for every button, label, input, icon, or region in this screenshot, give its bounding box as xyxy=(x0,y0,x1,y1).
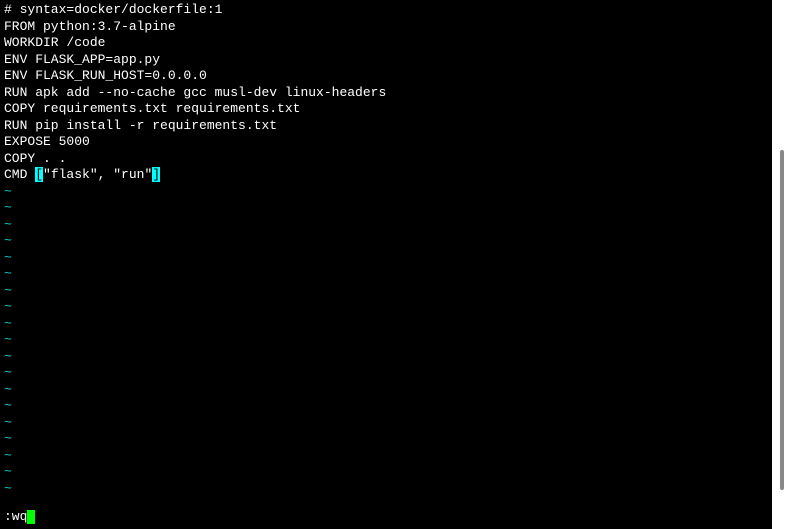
code-line: WORKDIR /code xyxy=(4,35,768,52)
code-line: # syntax=docker/dockerfile:1 xyxy=(4,2,768,19)
empty-line-tilde: ~ xyxy=(4,250,768,267)
empty-line-tilde: ~ xyxy=(4,283,768,300)
cmd-args: "flask", "run" xyxy=(43,167,152,182)
empty-line-tilde: ~ xyxy=(4,233,768,250)
empty-line-tilde: ~ xyxy=(4,481,768,498)
bracket-open: [ xyxy=(35,167,43,182)
empty-line-tilde: ~ xyxy=(4,184,768,201)
scrollbar-track[interactable] xyxy=(772,0,785,529)
empty-line-tilde: ~ xyxy=(4,398,768,415)
empty-line-tilde: ~ xyxy=(4,299,768,316)
empty-line-tilde: ~ xyxy=(4,448,768,465)
empty-line-tilde: ~ xyxy=(4,382,768,399)
empty-line-tilde: ~ xyxy=(4,349,768,366)
code-line: ENV FLASK_APP=app.py xyxy=(4,52,768,69)
empty-line-tilde: ~ xyxy=(4,431,768,448)
empty-line-tilde: ~ xyxy=(4,217,768,234)
code-line: EXPOSE 5000 xyxy=(4,134,768,151)
vim-command-line[interactable]: :wq xyxy=(4,509,35,526)
empty-line-tilde: ~ xyxy=(4,200,768,217)
code-line: COPY . . xyxy=(4,151,768,168)
vim-terminal[interactable]: # syntax=docker/dockerfile:1 FROM python… xyxy=(0,0,772,529)
code-line: FROM python:3.7-alpine xyxy=(4,19,768,36)
empty-line-tilde: ~ xyxy=(4,365,768,382)
empty-line-tilde: ~ xyxy=(4,266,768,283)
empty-line-tilde: ~ xyxy=(4,464,768,481)
cmd-prefix: CMD xyxy=(4,167,35,182)
code-line: RUN apk add --no-cache gcc musl-dev linu… xyxy=(4,85,768,102)
code-line: ENV FLASK_RUN_HOST=0.0.0.0 xyxy=(4,68,768,85)
empty-line-tilde: ~ xyxy=(4,415,768,432)
code-line: RUN pip install -r requirements.txt xyxy=(4,118,768,135)
code-line: COPY requirements.txt requirements.txt xyxy=(4,101,768,118)
scrollbar-thumb[interactable] xyxy=(780,150,784,490)
cursor xyxy=(27,510,35,524)
empty-line-tilde: ~ xyxy=(4,316,768,333)
command-text: :wq xyxy=(4,509,27,524)
bracket-close: ] xyxy=(152,167,160,182)
cmd-line: CMD ["flask", "run"] xyxy=(4,167,768,184)
empty-line-tilde: ~ xyxy=(4,332,768,349)
